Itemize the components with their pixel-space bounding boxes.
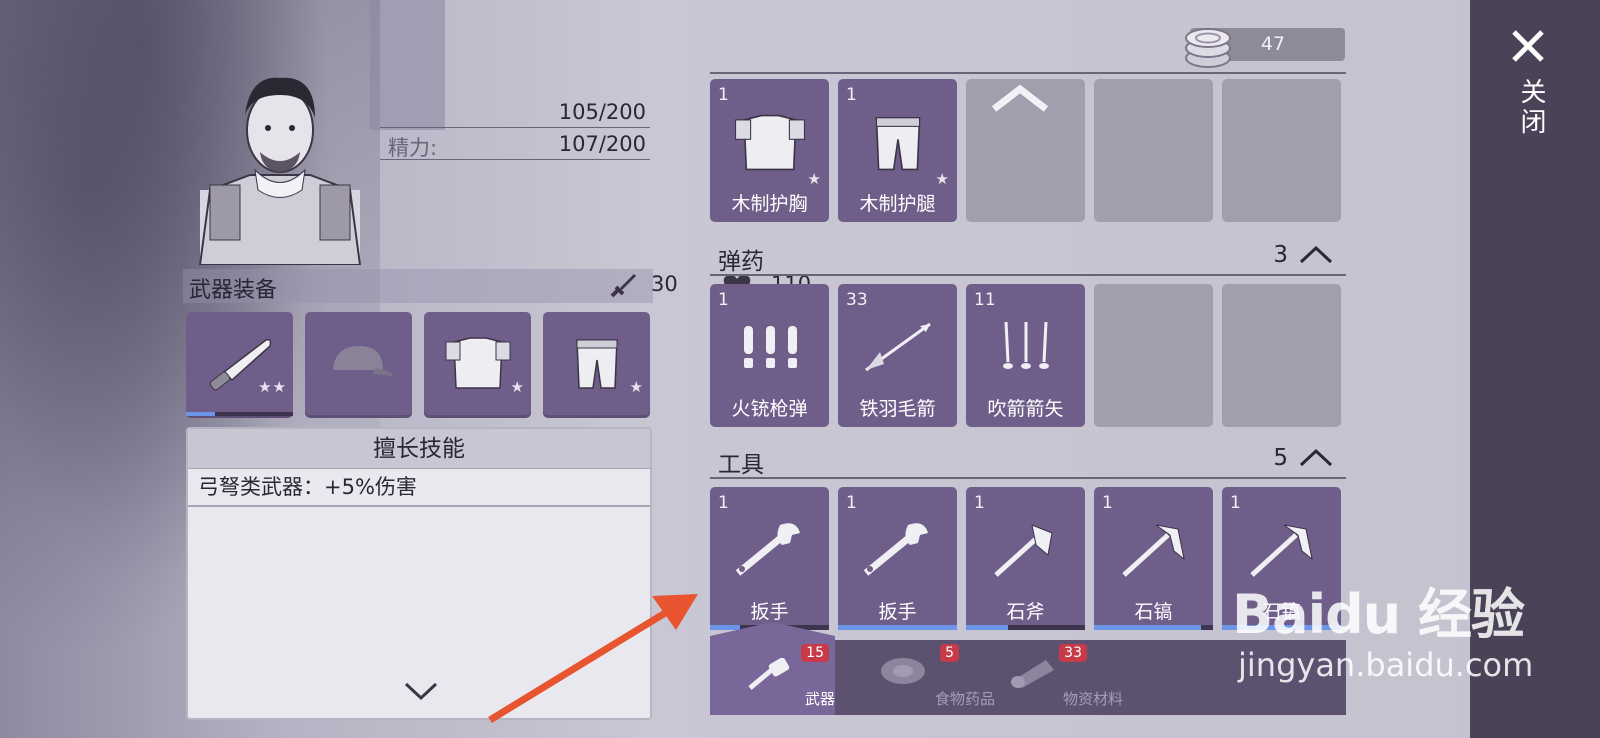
skill-item: 弓弩类武器：+5%伤害	[188, 469, 650, 507]
item-star: ★	[935, 170, 949, 188]
chest-stars: ★	[510, 378, 525, 396]
watermark-url: jingyan.baidu.com	[1238, 646, 1534, 684]
chevron-up-icon[interactable]	[1298, 447, 1334, 469]
skills-title: 擅长技能	[188, 429, 650, 469]
inventory-slot-empty[interactable]	[1094, 284, 1213, 427]
arrow-icon	[865, 322, 931, 372]
ammo-section-title: 弹药	[718, 249, 764, 275]
equip-slot-chest[interactable]: ★	[424, 312, 531, 418]
leg-armor-icon	[875, 116, 921, 171]
chevron-up-icon[interactable]	[1298, 244, 1334, 266]
inventory-slot[interactable]: 1 ★ 木制护胸	[710, 79, 829, 222]
item-count: 1	[718, 290, 729, 310]
chevron-down-icon[interactable]	[403, 680, 439, 702]
tools-section-title: 工具	[718, 452, 764, 478]
stat-row-1: 105/200	[380, 98, 650, 128]
inventory-slot[interactable]: 1 扳手	[838, 487, 957, 630]
meat-icon	[881, 658, 925, 684]
stone-axe-icon	[994, 524, 1053, 577]
hammer-icon	[748, 658, 790, 690]
stat-1-value: 105/200	[558, 100, 646, 124]
item-count: 1	[718, 493, 729, 513]
currency-value: 47	[1260, 33, 1285, 55]
item-count: 1	[974, 493, 985, 513]
weapon-equipment-bar: 武器装备 30 110	[183, 269, 811, 303]
inventory-slot[interactable]: 1 ★ 木制护腿	[838, 79, 957, 222]
equip-slot-weapon[interactable]: ★★	[186, 312, 293, 418]
item-count: 11	[974, 290, 996, 310]
item-count: 1	[1230, 493, 1241, 513]
item-durability-bar	[966, 625, 1085, 630]
inventory-slot[interactable]: 1 火铳枪弹	[710, 284, 829, 427]
inventory-slot[interactable]: 1 石斧	[966, 487, 1085, 630]
chevron-up-icon[interactable]	[990, 83, 1050, 113]
wrench-icon	[863, 523, 928, 576]
bullets-icon	[744, 326, 797, 368]
item-count: 1	[1102, 493, 1113, 513]
inventory-slot[interactable]: 1 石镐	[1094, 487, 1213, 630]
item-name: 木制护腿	[859, 193, 936, 215]
legs-stars: ★	[629, 378, 644, 396]
item-name: 扳手	[878, 601, 917, 623]
close-icon	[1512, 30, 1544, 62]
inventory-slot[interactable]: 11 吹箭箭矢	[966, 284, 1085, 427]
item-durability-bar	[838, 625, 957, 630]
item-name: 火铳枪弹	[731, 398, 808, 420]
chest-armor-icon	[735, 114, 806, 171]
tab-badge: 5	[940, 644, 959, 662]
top-divider	[710, 72, 1346, 74]
cap-icon	[333, 346, 393, 376]
ammo-section-header[interactable]: 弹药 3	[710, 238, 1346, 276]
energy-value: 107/200	[558, 132, 646, 156]
item-name: 石镐	[1134, 601, 1173, 623]
close-label: 关闭	[1516, 78, 1546, 138]
item-name: 木制护胸	[731, 193, 808, 215]
tab-materials[interactable]: 33 物资材料	[968, 640, 1123, 715]
wrench-icon	[735, 523, 800, 576]
coin-stack-icon	[1185, 28, 1231, 68]
stone-pickaxe-icon	[1122, 524, 1185, 577]
character-portrait	[198, 77, 362, 265]
item-count: 1	[846, 493, 857, 513]
equip-slot-head[interactable]	[305, 312, 412, 418]
item-name: 铁羽毛箭	[859, 398, 936, 420]
attack-value: 30	[651, 272, 678, 296]
skills-panel: 擅长技能 弓弩类武器：+5%伤害	[186, 427, 652, 720]
item-count: 1	[846, 85, 857, 105]
inventory-slot-empty[interactable]	[1222, 284, 1341, 427]
sword-icon	[610, 274, 636, 298]
inventory-slot[interactable]: 33 铁羽毛箭	[838, 284, 957, 427]
inventory-slot-empty[interactable]	[1094, 79, 1213, 222]
leg-armor-icon	[576, 339, 618, 389]
weapon-durability-bar	[186, 412, 293, 416]
weapon-equipment-title: 武器装备	[189, 278, 278, 303]
weapon-stars: ★★	[258, 378, 287, 396]
tab-badge: 33	[1059, 644, 1087, 662]
watermark: Baidu 经验 jingyan.baidu.com	[1232, 560, 1534, 690]
tools-section-count: 5	[1273, 445, 1288, 471]
tools-section-header[interactable]: 工具 5	[710, 441, 1346, 479]
tab-food-medicine[interactable]: 5 食物药品	[840, 640, 995, 715]
equip-slot-legs[interactable]: ★	[543, 312, 650, 418]
darts-icon	[1003, 321, 1049, 369]
inventory-slot[interactable]: 1 扳手	[710, 487, 829, 630]
energy-label: 精力:	[388, 136, 438, 160]
ammo-section-count: 3	[1273, 242, 1288, 268]
item-name: 吹箭箭矢	[987, 398, 1064, 420]
tab-badge: 15	[801, 644, 829, 662]
inventory-slot-empty[interactable]	[1222, 79, 1341, 222]
item-name: 石斧	[1006, 601, 1045, 623]
stat-row-energy: 精力: 107/200	[380, 130, 650, 160]
tab-weapons-tools[interactable]: 15 武器工具	[710, 622, 835, 715]
item-name: 扳手	[750, 601, 789, 623]
tab-label: 物资材料	[1062, 690, 1123, 708]
log-icon	[1011, 660, 1054, 688]
item-count: 33	[846, 290, 868, 310]
watermark-brand: Baidu 经验	[1232, 583, 1525, 646]
item-star: ★	[807, 170, 821, 188]
item-count: 1	[718, 85, 729, 105]
chest-armor-icon	[445, 337, 511, 389]
close-button[interactable]: 关闭	[1500, 24, 1560, 154]
item-durability-bar	[1094, 625, 1213, 630]
